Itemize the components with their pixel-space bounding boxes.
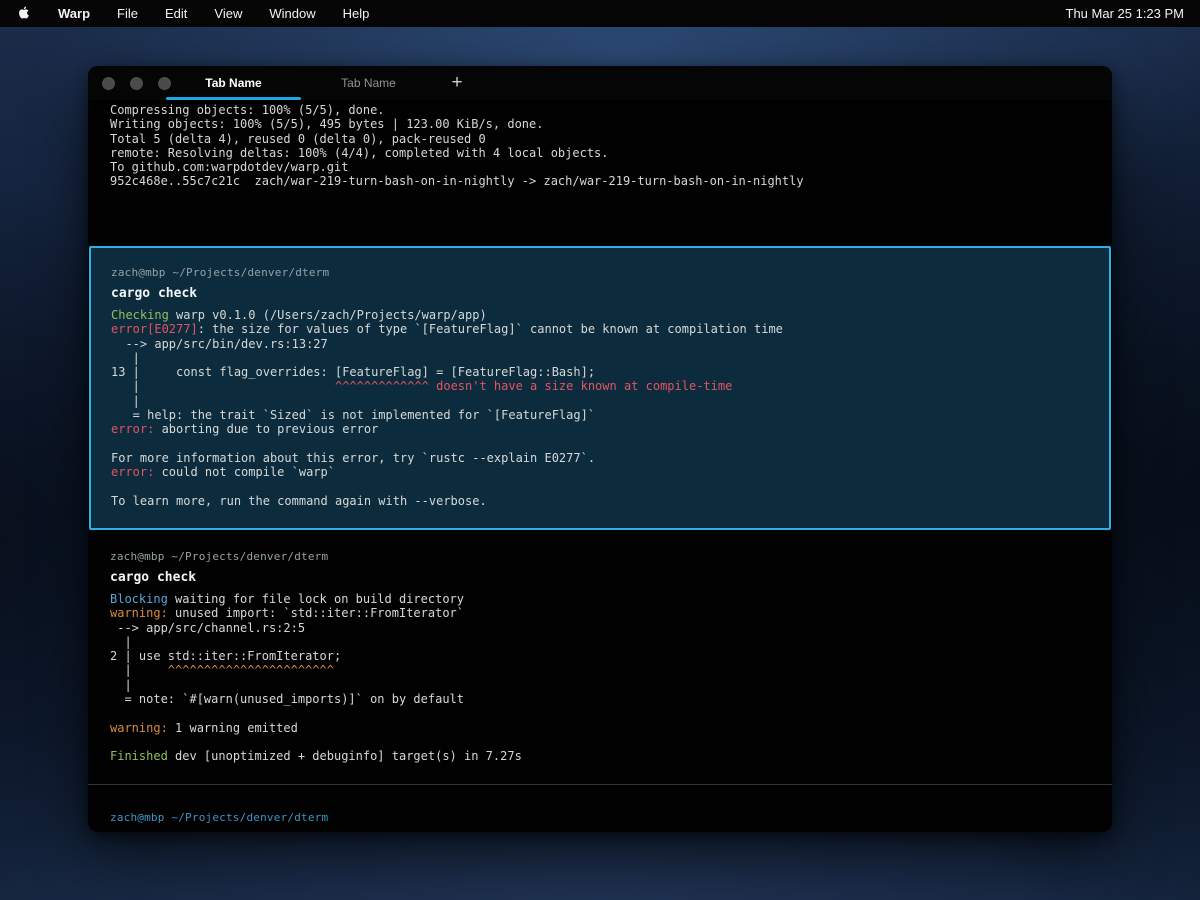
menu-item-window[interactable]: Window: [269, 6, 315, 21]
tab-strip: Tab Name Tab Name +: [166, 66, 478, 100]
window-controls: [102, 77, 171, 90]
tab-bar: Tab Name Tab Name +: [88, 66, 1112, 100]
prompt-line: zach@mbp ~/Projects/denver/dterm: [110, 550, 1094, 563]
command-text: cargo check: [111, 286, 1091, 301]
command-block-error[interactable]: zach@mbp ~/Projects/denver/dterm cargo c…: [89, 246, 1111, 530]
window-control-close[interactable]: [102, 77, 115, 90]
prompt-line: zach@mbp ~/Projects/denver/dterm: [110, 811, 1094, 824]
menu-item-edit[interactable]: Edit: [165, 6, 187, 21]
scrollback-output: Compressing objects: 100% (5/5), done.Wr…: [110, 103, 804, 189]
command-block-warning[interactable]: zach@mbp ~/Projects/denver/dterm cargo c…: [88, 538, 1112, 764]
tab-2[interactable]: Tab Name: [301, 66, 436, 100]
terminal-content: Compressing objects: 100% (5/5), done.Wr…: [88, 100, 1112, 832]
active-prompt-block[interactable]: zach@mbp ~/Projects/denver/dterm: [88, 785, 1112, 832]
menu-item-file[interactable]: File: [117, 6, 138, 21]
window-control-minimize[interactable]: [130, 77, 143, 90]
desktop-wallpaper: Warp File Edit View Window Help Thu Mar …: [0, 0, 1200, 900]
prompt-line: zach@mbp ~/Projects/denver/dterm: [111, 266, 1091, 279]
menu-item-help[interactable]: Help: [343, 6, 370, 21]
tab-1-label: Tab Name: [205, 76, 261, 90]
menu-bar: Warp File Edit View Window Help Thu Mar …: [0, 0, 1200, 27]
terminal-window: Tab Name Tab Name + Compressing objects:…: [88, 66, 1112, 832]
menu-clock[interactable]: Thu Mar 25 1:23 PM: [1066, 6, 1185, 21]
command-output: Checking warp v0.1.0 (/Users/zach/Projec…: [111, 308, 1091, 508]
apple-menu[interactable]: [16, 4, 31, 24]
menu-item-app-warp[interactable]: Warp: [58, 6, 90, 21]
command-output: Blocking waiting for file lock on build …: [110, 592, 1094, 764]
tab-2-label: Tab Name: [341, 76, 396, 90]
tab-1-active[interactable]: Tab Name: [166, 66, 301, 100]
new-tab-button[interactable]: +: [436, 66, 478, 100]
apple-icon: [16, 4, 31, 24]
menu-item-view[interactable]: View: [214, 6, 242, 21]
command-text: cargo check: [110, 570, 1094, 585]
